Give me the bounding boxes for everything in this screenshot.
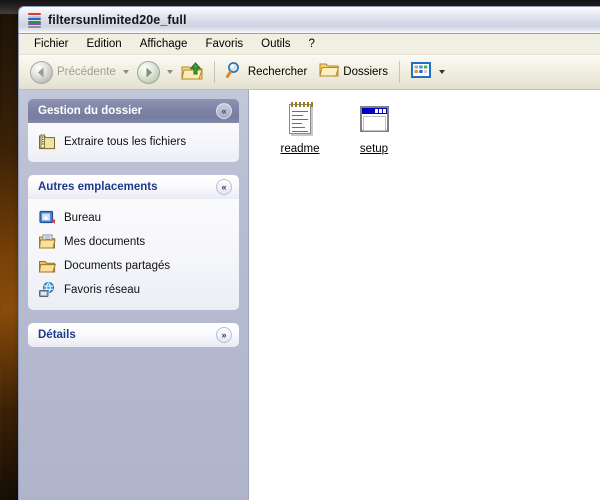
window-title: filtersunlimited20e_full	[48, 13, 187, 27]
file-item-readme[interactable]: readme	[263, 100, 337, 155]
sidebar-item-bureau[interactable]: Bureau	[32, 206, 235, 230]
menu-favoris[interactable]: Favoris	[196, 36, 252, 52]
menu-help[interactable]: ?	[300, 36, 324, 52]
panel-other-places-header[interactable]: Autres emplacements «	[28, 175, 239, 199]
window-titlebar[interactable]: filtersunlimited20e_full	[19, 7, 600, 34]
forward-button[interactable]	[131, 57, 166, 87]
main-area: Gestion du dossier « Extraire tous les f…	[19, 90, 600, 500]
sidebar-item-favoris-reseau-label: Favoris réseau	[64, 284, 141, 296]
arrow-left-icon	[30, 60, 53, 84]
magnifier-icon	[225, 61, 244, 84]
chevron-up-double-icon[interactable]: «	[216, 103, 232, 119]
toolbar-separator-2	[399, 61, 401, 83]
menu-edition[interactable]: Edition	[78, 36, 131, 52]
explorer-window: filtersunlimited20e_full Fichier Edition…	[18, 6, 600, 500]
panel-folder-tasks-header[interactable]: Gestion du dossier «	[28, 99, 239, 123]
views-grid-icon	[411, 61, 432, 84]
file-list-view[interactable]: readme setup	[248, 90, 600, 500]
winrar-archive-icon	[27, 12, 43, 28]
panel-details: Détails »	[28, 323, 239, 347]
file-item-setup[interactable]: setup	[337, 100, 411, 155]
search-button-label: Rechercher	[247, 66, 308, 78]
extract-folder-icon	[38, 133, 56, 151]
chevron-down-double-icon[interactable]: »	[216, 327, 232, 343]
sidebar-item-documents-partages-label: Documents partagés	[64, 260, 171, 272]
executable-window-icon	[357, 102, 391, 138]
folder-icon	[319, 61, 340, 84]
chevron-up-double-icon[interactable]: «	[216, 179, 232, 195]
my-documents-icon	[38, 233, 56, 251]
panel-folder-tasks: Gestion du dossier « Extraire tous les f…	[28, 99, 239, 162]
sidebar-item-mes-documents-label: Mes documents	[64, 236, 146, 248]
sidebar-item-mes-documents[interactable]: Mes documents	[32, 230, 235, 254]
back-button-label: Précédente	[57, 66, 116, 78]
desktop-background: filtersunlimited20e_full Fichier Edition…	[0, 0, 600, 500]
arrow-right-icon	[136, 60, 160, 84]
back-button[interactable]: Précédente	[24, 57, 122, 87]
panel-other-places-title: Autres emplacements	[38, 181, 158, 193]
sidebar-item-extract-all-label: Extraire tous les fichiers	[64, 136, 187, 148]
menu-affichage[interactable]: Affichage	[131, 36, 197, 52]
views-dropdown-caret[interactable]	[437, 57, 446, 87]
back-history-caret[interactable]	[122, 57, 131, 87]
task-pane-sidebar: Gestion du dossier « Extraire tous les f…	[19, 90, 248, 500]
shared-documents-folder-icon	[38, 257, 56, 275]
panel-details-title: Détails	[38, 329, 76, 341]
panel-folder-tasks-title: Gestion du dossier	[38, 105, 143, 117]
menu-fichier[interactable]: Fichier	[25, 36, 78, 52]
file-item-readme-label: readme	[280, 143, 320, 155]
sidebar-item-extract-all[interactable]: Extraire tous les fichiers	[32, 130, 235, 154]
forward-history-caret[interactable]	[166, 57, 175, 87]
panel-details-header[interactable]: Détails »	[28, 323, 239, 347]
panel-other-places-body: Bureau Mes documents Documents partagés …	[28, 199, 239, 310]
toolbar-separator-1	[213, 61, 215, 83]
file-item-setup-label: setup	[359, 143, 389, 155]
views-button[interactable]	[405, 57, 437, 87]
sidebar-item-documents-partages[interactable]: Documents partagés	[32, 254, 235, 278]
folders-button-label: Dossiers	[343, 66, 389, 78]
folders-button[interactable]: Dossiers	[313, 57, 394, 87]
menu-bar: Fichier Edition Affichage Favoris Outils…	[19, 34, 600, 55]
panel-folder-tasks-body: Extraire tous les fichiers	[28, 123, 239, 162]
sidebar-item-favoris-reseau[interactable]: Favoris réseau	[32, 278, 235, 302]
toolbar: Précédente Rechercher Dossiers	[19, 55, 600, 90]
panel-other-places: Autres emplacements « Bureau Mes documen…	[28, 175, 239, 310]
up-one-level-button[interactable]	[175, 57, 209, 87]
notepad-text-file-icon	[283, 102, 317, 138]
up-folder-icon	[181, 62, 203, 82]
menu-outils[interactable]: Outils	[252, 36, 299, 52]
network-neighborhood-icon	[38, 281, 56, 299]
search-button[interactable]: Rechercher	[220, 57, 313, 87]
sidebar-item-bureau-label: Bureau	[64, 212, 102, 224]
desktop-icon	[38, 209, 56, 227]
